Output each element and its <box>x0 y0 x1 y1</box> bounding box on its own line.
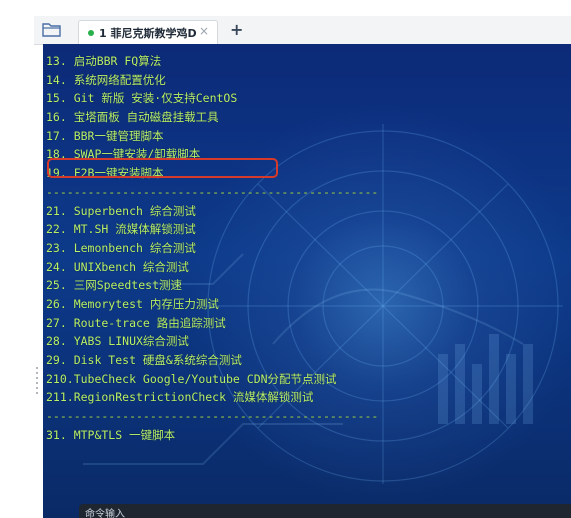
menu-line: 26. Memorytest 内存压力测试 <box>46 296 219 311</box>
command-input-placeholder: 命令输入 <box>85 509 125 518</box>
tab-label: 1 菲尼克斯教学鸡D <box>99 27 197 40</box>
menu-line: 25. 三网Speedtest测速 <box>46 278 183 293</box>
menu-line: 28. YABS LINUX综合测试 <box>46 334 189 349</box>
command-input[interactable]: 命令输入 <box>79 504 571 518</box>
menu-line: 31. MTP&TLS 一键脚本 <box>46 427 176 442</box>
highlight-box <box>47 158 278 178</box>
menu-line: 24. UNIXbench 综合测试 <box>46 259 189 274</box>
folder-icon[interactable] <box>42 21 62 38</box>
menu-line: 29. Disk Test 硬盘&系统综合测试 <box>46 353 242 367</box>
menu-separator: ----------------------------------------… <box>46 409 379 424</box>
menu-line: 22. MT.SH 流媒体解锁测试 <box>46 222 196 237</box>
menu-separator: ----------------------------------------… <box>46 184 379 199</box>
menu-line: 21. Superbench 综合测试 <box>46 203 196 218</box>
menu-line: 13. 启动BBR FQ算法 <box>46 54 162 68</box>
menu-line: 17. BBR一键管理脚本 <box>46 128 164 143</box>
add-tab-button[interactable]: + <box>230 20 243 39</box>
menu-line: 16. 宝塔面板 自动磁盘挂载工具 <box>46 110 219 125</box>
menu-line: 15. Git 新版 安装·仅支持CentOS <box>46 91 238 106</box>
tab-session[interactable]: 1 菲尼克斯教学鸡D × <box>78 20 218 44</box>
connected-status-dot <box>88 30 94 36</box>
terminal-pane[interactable]: 13. 启动BBR FQ算法 14. 系统网络配置优化 15. Git 新版 安… <box>43 44 571 518</box>
resize-handle[interactable] <box>36 367 39 401</box>
menu-line: 23. Lemonbench 综合测试 <box>46 240 196 255</box>
menu-line: 211.RegionRestrictionCheck 流媒体解锁测试 <box>46 390 314 405</box>
menu-line: 27. Route-trace 路由追踪测试 <box>46 315 226 330</box>
tab-bar: 1 菲尼克斯教学鸡D × + <box>34 16 571 45</box>
menu-line: 210.TubeCheck Google/Youtube CDN分配节点测试 <box>46 371 337 386</box>
close-tab-icon[interactable]: × <box>199 24 209 38</box>
menu-line: 14. 系统网络配置优化 <box>46 72 166 87</box>
terminal-output: 13. 启动BBR FQ算法 14. 系统网络配置优化 15. Git 新版 安… <box>43 52 571 444</box>
